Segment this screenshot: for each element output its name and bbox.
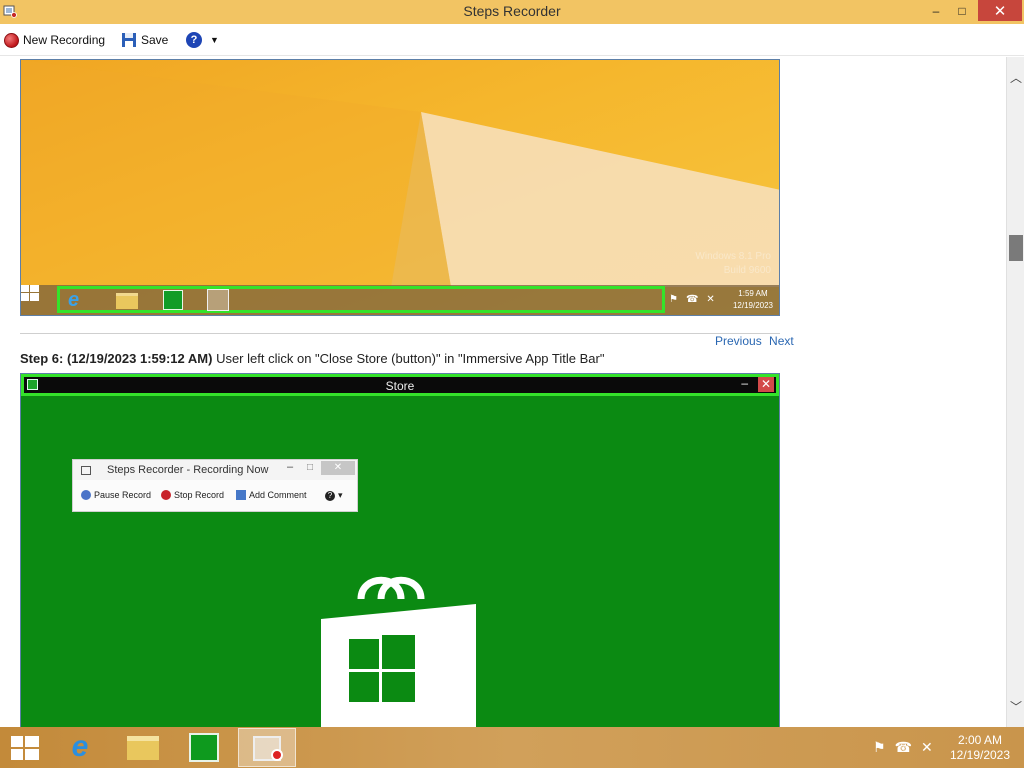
steps-recorder-icon[interactable] [238,728,296,767]
toolbar: New Recording Save ? ▼ [0,24,1024,56]
mini-steps-recorder: Steps Recorder - Recording Now – □ ✕ Pau… [72,459,358,512]
taskbar-clock[interactable]: 2:00 AM 12/19/2023 [940,733,1020,763]
system-tray: ⚑ ☎ ✕ [873,739,933,756]
desktop-wallpaper [21,60,779,287]
pause-icon [81,490,91,500]
clock-date: 12/19/2023 [949,748,1011,762]
next-link[interactable]: Next [769,334,794,348]
record-icon [4,32,19,48]
maximize-button[interactable]: □ [948,0,976,21]
screenshot-taskbar: e ⚑☎✕ 1:59 AM 12/19/2023 [21,285,779,315]
windows-start-icon[interactable] [11,736,39,760]
pause-record-item: Pause Record [81,490,151,500]
windows-taskbar: e ⚑ ☎ ✕ 2:00 AM 12/19/2023 [0,727,1024,768]
flag-icon[interactable]: ⚑ [873,739,886,756]
stop-record-item: Stop Record [161,490,224,500]
file-explorer-icon [116,293,138,309]
mini-title-bar: Steps Recorder - Recording Now – □ ✕ [73,460,357,480]
save-icon [122,33,136,47]
step-6-heading: Step 6: (12/19/2023 1:59:12 AM) [20,351,213,366]
step-screenshot-desktop: Windows 8.1 Pro Build 9600 e ⚑☎✕ 1:59 AM… [20,59,780,316]
help-icon: ? [186,32,202,48]
title-bar: Steps Recorder – □ ✕ [0,0,1024,24]
minimize-button[interactable]: – [922,0,950,21]
scroll-thumb[interactable] [1009,235,1023,261]
click-highlight [57,286,665,313]
clock-time: 2:00 AM [957,733,1003,747]
immersive-app-title-bar: Store – ✕ [21,374,779,396]
step-separator [20,333,780,334]
minimize-icon: – [287,461,294,473]
minimize-icon: – [741,376,748,390]
steps-recorder-icon [207,289,229,311]
ie-icon: e [68,289,80,311]
screenshot-clock: 1:59 AM 12/19/2023 [732,289,773,310]
scroll-up-icon[interactable]: ︿ [1007,69,1024,86]
steps-content: Windows 8.1 Pro Build 9600 e ⚑☎✕ 1:59 AM… [0,57,1006,727]
scroll-down-icon[interactable]: ﹀ [1007,698,1024,715]
store-title: Store [385,379,415,393]
step-screenshot-store: Store – ✕ Steps Recorder - Recording Now… [20,373,780,727]
store-icon[interactable] [189,733,219,762]
windows-start-icon [21,285,39,301]
new-recording-label: New Recording [23,33,106,47]
close-button[interactable]: ✕ [978,0,1022,21]
save-label: Save [141,33,169,47]
volume-muted-icon[interactable]: ✕ [921,739,933,756]
store-bag-logo [321,576,476,727]
mini-title: Steps Recorder - Recording Now [107,464,269,476]
maximize-icon: □ [307,462,314,473]
add-comment-item: Add Comment [236,490,307,500]
save-button[interactable]: Save [121,31,168,49]
step-navigation: Previous Next [711,334,794,348]
tray-icons: ⚑☎✕ [669,294,723,305]
help-item: ? ▾ [325,490,343,501]
help-icon: ? [325,490,335,501]
mini-toolbar: Pause Record Stop Record Add Comment ? ▾ [79,487,355,505]
close-icon: ✕ [758,377,774,392]
app-icon [81,466,91,475]
step-6-text: User left click on "Close Store (button)… [212,351,605,366]
chevron-down-icon[interactable]: ▼ [210,35,219,45]
stop-icon [161,490,171,500]
window-title: Steps Recorder [463,3,561,19]
previous-link[interactable]: Previous [715,334,762,348]
ie-icon[interactable]: e [62,731,98,763]
store-icon [163,290,183,310]
vertical-scrollbar[interactable]: ︿ ﹀ [1006,57,1024,727]
comment-icon [236,490,246,500]
help-button[interactable]: ? ▼ [186,31,219,49]
os-watermark: Windows 8.1 Pro Build 9600 [695,251,771,276]
network-icon[interactable]: ☎ [895,739,912,756]
step-6-description: Step 6: (12/19/2023 1:59:12 AM) User lef… [20,351,604,366]
file-explorer-icon[interactable] [127,736,159,760]
new-recording-button[interactable]: New Recording [4,31,105,49]
close-icon: ✕ [321,461,355,475]
